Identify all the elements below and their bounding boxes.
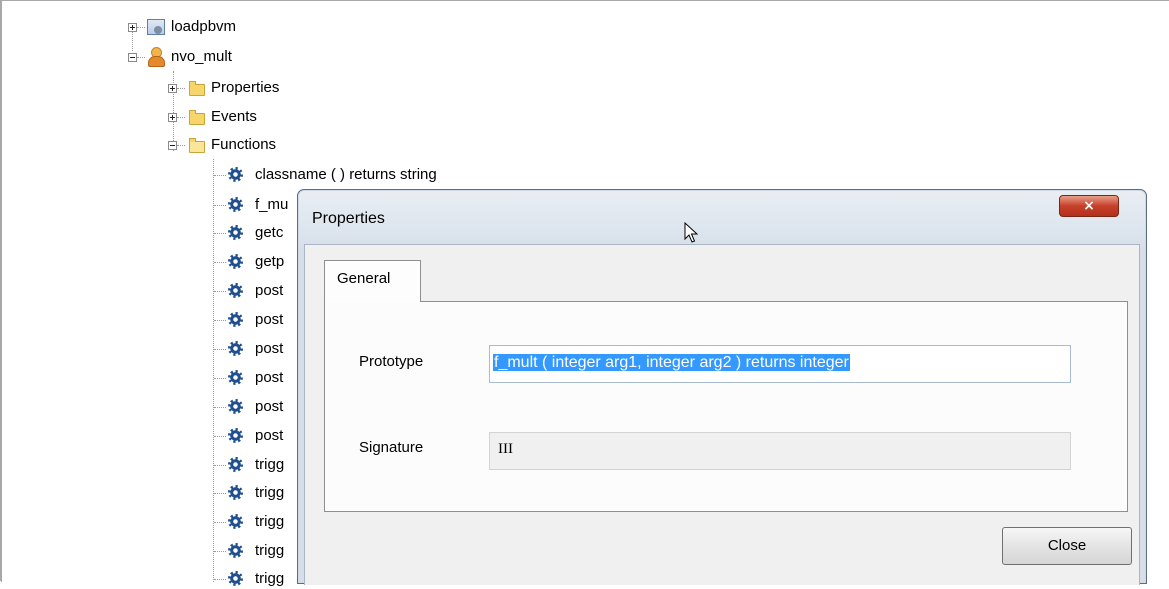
gear-icon xyxy=(228,225,243,240)
tree-function-item[interactable]: post xyxy=(1,339,301,359)
gear-icon xyxy=(228,283,243,298)
tree-node-nvo-mult[interactable]: nvo_mult xyxy=(1,47,301,67)
mouse-cursor-icon xyxy=(684,222,698,243)
gear-icon xyxy=(228,514,243,529)
tree-function-item[interactable]: trigg xyxy=(1,483,301,503)
open-folder-icon xyxy=(189,138,205,153)
tab-panel-general: Prototype f_mult ( integer arg1, integer… xyxy=(324,301,1128,512)
tree-node-label: nvo_mult xyxy=(171,48,232,65)
tree-function-item[interactable]: trigg xyxy=(1,512,301,532)
dialog-body: General Prototype f_mult ( integer arg1,… xyxy=(304,244,1140,585)
prototype-label: Prototype xyxy=(359,353,424,370)
tree-folder-properties[interactable]: Properties xyxy=(1,78,301,98)
gear-icon xyxy=(228,543,243,558)
properties-dialog[interactable]: Properties × General Prototype f_mult ( … xyxy=(297,189,1147,585)
tree-node-label: Events xyxy=(211,108,257,125)
gear-icon xyxy=(228,370,243,385)
tree-function-item[interactable]: post xyxy=(1,368,301,388)
close-button[interactable]: Close xyxy=(1002,527,1132,565)
expand-icon[interactable] xyxy=(168,113,177,122)
tree-folder-functions[interactable]: Functions xyxy=(1,135,301,155)
gear-icon xyxy=(228,485,243,500)
gear-icon xyxy=(228,457,243,472)
gear-icon xyxy=(228,399,243,414)
tree-node-label: Functions xyxy=(211,136,277,153)
tree-function-item[interactable]: post xyxy=(1,426,301,446)
tab-general[interactable]: General xyxy=(324,260,421,302)
tree-node-label: Properties xyxy=(211,79,280,96)
application-icon xyxy=(147,19,165,35)
prototype-field[interactable]: f_mult ( integer arg1, integer arg2 ) re… xyxy=(489,345,1071,383)
user-object-icon xyxy=(147,47,165,67)
collapse-icon[interactable] xyxy=(168,141,177,150)
tree-function-item[interactable]: trigg xyxy=(1,455,301,475)
tree-function-item[interactable]: getp xyxy=(1,252,301,272)
tree-folder-events[interactable]: Events xyxy=(1,107,301,127)
folder-icon xyxy=(189,81,205,96)
collapse-icon[interactable] xyxy=(128,53,137,62)
signature-field[interactable]: III xyxy=(489,432,1071,470)
gear-icon xyxy=(228,167,243,182)
gear-icon xyxy=(228,254,243,269)
prototype-value: f_mult ( integer arg1, integer arg2 ) re… xyxy=(493,354,850,371)
signature-label: Signature xyxy=(359,439,424,456)
tree-node-loadpbvm[interactable]: loadpbvm xyxy=(1,17,301,37)
tree-function-item[interactable]: post xyxy=(1,281,301,301)
gear-icon xyxy=(228,341,243,356)
tree-function-item[interactable]: trigg xyxy=(1,541,301,561)
tree-function-item[interactable]: post xyxy=(1,310,301,330)
tree-function-item[interactable]: post xyxy=(1,397,301,417)
tree-function-item[interactable]: f_mu xyxy=(1,195,301,215)
dialog-title: Properties xyxy=(312,210,385,227)
tree-function-item[interactable]: trigg xyxy=(1,569,301,589)
expand-icon[interactable] xyxy=(168,84,177,93)
expand-icon[interactable] xyxy=(128,23,137,32)
gear-icon xyxy=(228,571,243,586)
tree-function-item[interactable]: getc xyxy=(1,223,301,243)
folder-icon xyxy=(189,110,205,125)
tree-node-label: loadpbvm xyxy=(171,18,237,35)
tree-function-item[interactable]: classname ( ) returns string xyxy=(1,165,521,185)
gear-icon xyxy=(228,312,243,327)
gear-icon xyxy=(228,197,243,212)
close-icon[interactable]: × xyxy=(1059,195,1119,217)
gear-icon xyxy=(228,428,243,443)
